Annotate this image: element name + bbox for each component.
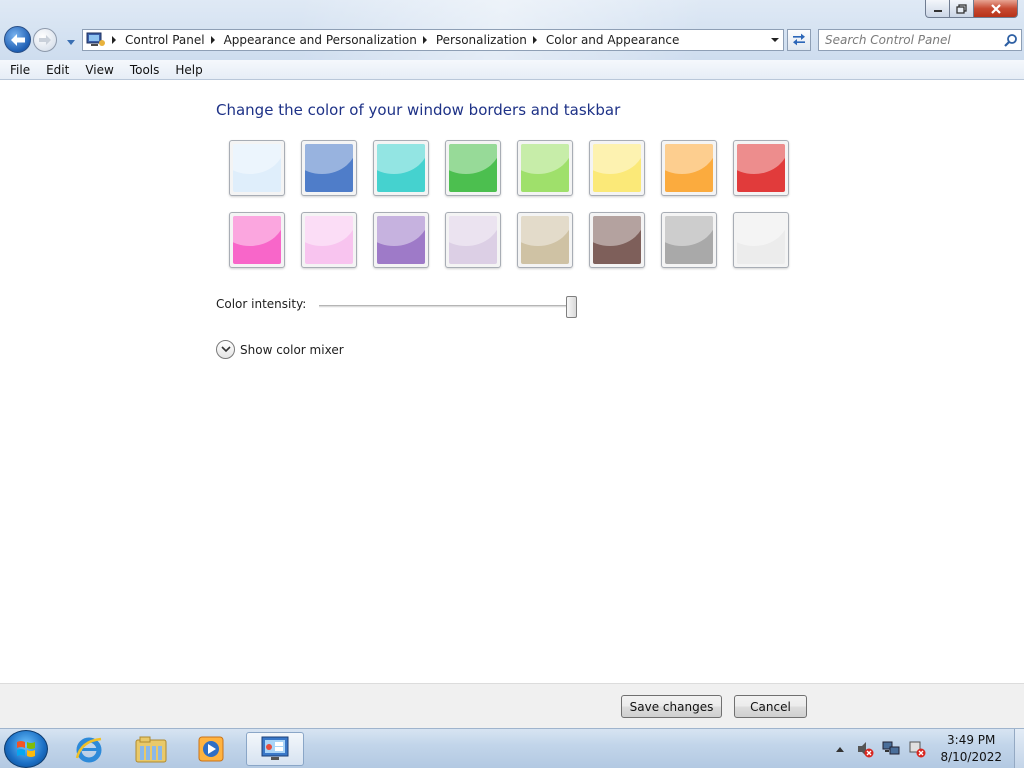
color-swatch-fill bbox=[449, 144, 497, 192]
color-swatch-taupe[interactable] bbox=[517, 212, 573, 268]
breadcrumb-arrow-icon[interactable] bbox=[112, 36, 116, 44]
search-box[interactable] bbox=[818, 29, 1022, 51]
show-color-mixer-toggle[interactable]: Show color mixer bbox=[216, 340, 344, 359]
media-player-icon[interactable] bbox=[184, 732, 238, 766]
menu-view[interactable]: View bbox=[77, 63, 121, 77]
color-swatch-fill bbox=[737, 144, 785, 192]
forward-arrow-icon bbox=[39, 35, 51, 45]
recent-pages-dropdown[interactable] bbox=[66, 36, 76, 50]
color-swatch-fill bbox=[521, 216, 569, 264]
clock-time: 3:49 PM bbox=[947, 733, 996, 747]
color-intensity-label: Color intensity: bbox=[216, 297, 307, 311]
color-swatch-grid bbox=[229, 140, 789, 268]
taskbar: 3:49 PM 8/10/2022 bbox=[0, 728, 1024, 768]
windows-explorer-icon[interactable] bbox=[124, 732, 178, 766]
breadcrumb: Control Panel Appearance and Personaliza… bbox=[106, 33, 679, 47]
color-swatch-fuchsia[interactable] bbox=[229, 212, 285, 268]
system-tray: 3:49 PM 8/10/2022 bbox=[836, 729, 1024, 768]
network-icon[interactable] bbox=[882, 740, 900, 758]
refresh-icon bbox=[793, 33, 805, 46]
forward-button[interactable] bbox=[33, 28, 57, 52]
chevron-down-icon bbox=[67, 40, 75, 45]
color-swatch-fill bbox=[593, 144, 641, 192]
breadcrumb-arrow-icon[interactable] bbox=[532, 36, 537, 44]
search-input[interactable] bbox=[819, 33, 1001, 47]
color-swatch-sunset[interactable] bbox=[661, 140, 717, 196]
breadcrumb-control-panel[interactable]: Control Panel bbox=[125, 33, 205, 47]
color-swatch-slate[interactable] bbox=[661, 212, 717, 268]
address-dropdown-icon[interactable] bbox=[771, 38, 779, 42]
color-swatch-violet[interactable] bbox=[373, 212, 429, 268]
breadcrumb-personalization[interactable]: Personalization bbox=[436, 33, 527, 47]
color-intensity-slider-thumb[interactable] bbox=[566, 296, 577, 318]
color-swatch-fill bbox=[305, 144, 353, 192]
breadcrumb-appearance-personalization[interactable]: Appearance and Personalization bbox=[224, 33, 417, 47]
page-title: Change the color of your window borders … bbox=[216, 101, 621, 119]
internet-explorer-icon[interactable] bbox=[62, 732, 116, 766]
cancel-button[interactable]: Cancel bbox=[734, 695, 807, 718]
color-swatch-leaf[interactable] bbox=[445, 140, 501, 196]
clock[interactable]: 3:49 PM 8/10/2022 bbox=[940, 732, 1002, 766]
color-swatch-fill bbox=[449, 216, 497, 264]
breadcrumb-arrow-icon[interactable] bbox=[210, 36, 215, 44]
back-arrow-icon bbox=[10, 33, 25, 46]
color-swatch-frost[interactable] bbox=[733, 212, 789, 268]
color-swatch-fill bbox=[593, 216, 641, 264]
color-swatch-fill bbox=[737, 216, 785, 264]
color-swatch-fill bbox=[665, 216, 713, 264]
control-panel-icon bbox=[261, 736, 289, 760]
color-swatch-fill bbox=[305, 216, 353, 264]
color-swatch-blush[interactable] bbox=[301, 212, 357, 268]
color-intensity-slider-track[interactable] bbox=[319, 305, 577, 308]
color-swatch-fill bbox=[233, 144, 281, 192]
menu-bar: File Edit View Tools Help bbox=[0, 60, 1024, 80]
restore-button[interactable] bbox=[950, 0, 974, 18]
save-changes-button[interactable]: Save changes bbox=[621, 695, 722, 718]
menu-help[interactable]: Help bbox=[167, 63, 210, 77]
color-swatch-twilight[interactable] bbox=[301, 140, 357, 196]
color-swatch-lavender[interactable] bbox=[445, 212, 501, 268]
windows-logo-icon bbox=[17, 741, 35, 757]
chevron-down-icon[interactable] bbox=[216, 340, 235, 359]
breadcrumb-color-appearance[interactable]: Color and Appearance bbox=[546, 33, 680, 47]
menu-tools[interactable]: Tools bbox=[122, 63, 168, 77]
show-hidden-icons-button[interactable] bbox=[836, 746, 845, 752]
main-content: Change the color of your window borders … bbox=[0, 81, 1024, 683]
clock-date: 8/10/2022 bbox=[940, 750, 1002, 764]
color-swatch-fill bbox=[665, 144, 713, 192]
color-swatch-sky[interactable] bbox=[229, 140, 285, 196]
refresh-button[interactable] bbox=[787, 29, 811, 51]
speaker-muted-icon[interactable] bbox=[856, 740, 874, 758]
minimize-button[interactable] bbox=[925, 0, 950, 18]
color-swatch-sea[interactable] bbox=[373, 140, 429, 196]
window-controls bbox=[925, 0, 1018, 18]
dialog-footer: Save changes Cancel bbox=[0, 683, 1024, 728]
menu-edit[interactable]: Edit bbox=[38, 63, 77, 77]
control-panel-taskbar-button[interactable] bbox=[246, 732, 304, 766]
color-swatch-chocolate[interactable] bbox=[589, 212, 645, 268]
window-chrome: Control Panel Appearance and Personaliza… bbox=[0, 0, 1024, 80]
start-button[interactable] bbox=[4, 730, 48, 768]
color-swatch-lime[interactable] bbox=[517, 140, 573, 196]
color-swatch-ruby[interactable] bbox=[733, 140, 789, 196]
show-desktop-button[interactable] bbox=[1014, 729, 1024, 768]
breadcrumb-arrow-icon[interactable] bbox=[422, 36, 427, 44]
color-swatch-fill bbox=[233, 216, 281, 264]
color-swatch-fill bbox=[377, 144, 425, 192]
color-swatch-fill bbox=[521, 144, 569, 192]
color-swatch-pumpkin[interactable] bbox=[589, 140, 645, 196]
search-icon[interactable] bbox=[1001, 33, 1021, 47]
back-button[interactable] bbox=[4, 26, 31, 53]
color-swatch-fill bbox=[377, 216, 425, 264]
control-panel-icon bbox=[86, 32, 105, 46]
show-color-mixer-label[interactable]: Show color mixer bbox=[240, 343, 344, 357]
close-button[interactable] bbox=[974, 0, 1018, 18]
action-center-alert-icon[interactable] bbox=[908, 740, 926, 758]
address-bar[interactable]: Control Panel Appearance and Personaliza… bbox=[82, 29, 784, 51]
menu-file[interactable]: File bbox=[0, 63, 38, 77]
